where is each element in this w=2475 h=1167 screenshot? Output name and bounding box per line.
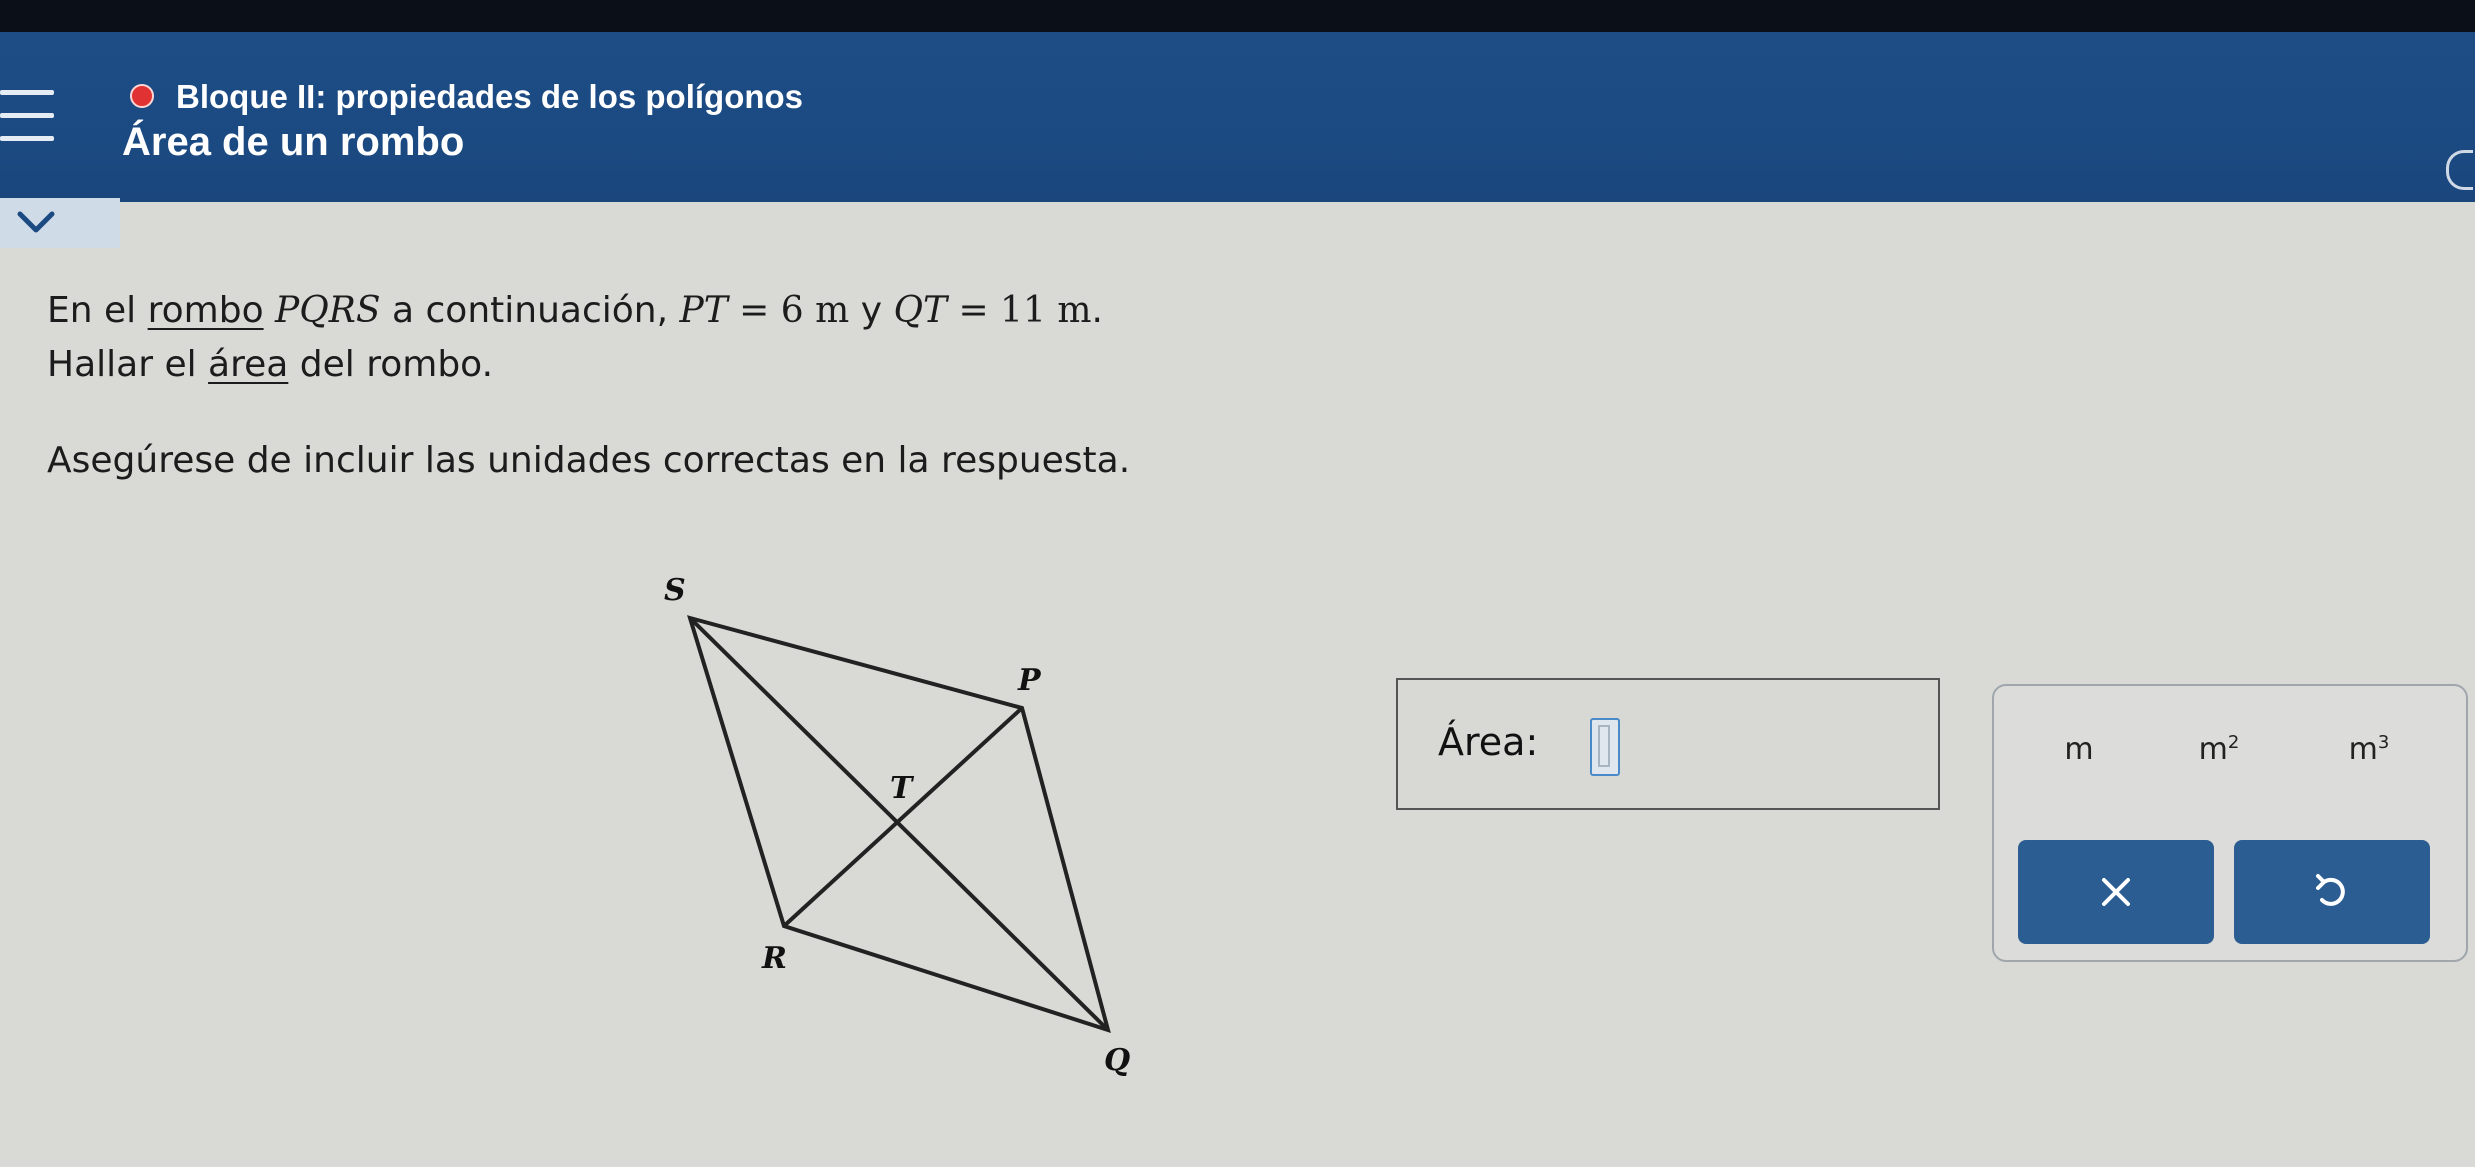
- unit-m3-label: m: [2348, 732, 2378, 767]
- area-link[interactable]: área: [208, 344, 288, 385]
- answer-box: Área:: [1396, 678, 1940, 810]
- diagonal-pr: [782, 706, 1024, 928]
- vertex-label-q: Q: [1104, 1043, 1130, 1078]
- problem-line-1: En el rombo PQRS a continuación, PT = 6 …: [47, 290, 1103, 331]
- clear-button[interactable]: [2018, 840, 2214, 944]
- unit-qt: m: [1057, 290, 1092, 331]
- topic-title: Área de un rombo: [122, 120, 465, 164]
- area-answer-input[interactable]: [1590, 718, 1620, 776]
- value-pt: = 6: [727, 290, 816, 331]
- vertex-label-p: P: [1017, 663, 1042, 698]
- rombo-link[interactable]: rombo: [148, 290, 264, 331]
- text: [264, 290, 275, 331]
- text: a continuación,: [380, 290, 680, 331]
- intersection-label-t: T: [890, 771, 915, 806]
- header-bar: Bloque II: propiedades de los polígonos …: [0, 32, 2475, 202]
- text: En el: [47, 290, 148, 331]
- unit-pt: m: [815, 290, 850, 331]
- text: .: [1091, 290, 1103, 331]
- hamburger-menu-icon[interactable]: [0, 90, 54, 160]
- unit-m-button[interactable]: m: [2024, 732, 2134, 767]
- undo-icon: [2316, 874, 2345, 906]
- status-dot-icon: [130, 84, 154, 108]
- unit-m-label: m: [2064, 732, 2094, 767]
- unit-m2-label: m: [2198, 732, 2228, 767]
- partial-icon: [2446, 150, 2473, 190]
- unit-m2-button[interactable]: m2: [2164, 732, 2274, 767]
- text: Hallar el: [47, 344, 209, 385]
- segment-qt: QT: [893, 290, 947, 331]
- unit-m3-button[interactable]: m3: [2314, 732, 2424, 767]
- answer-label: Área:: [1438, 720, 1539, 764]
- text: y: [849, 290, 894, 331]
- vertex-label-r: R: [761, 941, 787, 976]
- unit-palette: m m2 m3: [1992, 684, 2468, 962]
- vertex-label-s: S: [664, 573, 686, 608]
- section-title: Bloque II: propiedades de los polígonos: [176, 78, 804, 115]
- unit-m3-exponent: 3: [2377, 732, 2390, 753]
- close-icon: [2102, 878, 2130, 906]
- rhombus-diagram: S P T R Q: [664, 573, 1130, 1078]
- units-instruction: Asegúrese de incluir las unidades correc…: [47, 440, 1131, 481]
- segment-pt: PT: [679, 290, 728, 331]
- text: del rombo.: [288, 344, 494, 385]
- problem-line-2: Hallar el área del rombo.: [47, 344, 493, 385]
- unit-m2-exponent: 2: [2227, 732, 2240, 753]
- shape-name: PQRS: [275, 290, 381, 331]
- value-qt: = 11: [947, 290, 1058, 331]
- undo-button[interactable]: [2234, 840, 2430, 944]
